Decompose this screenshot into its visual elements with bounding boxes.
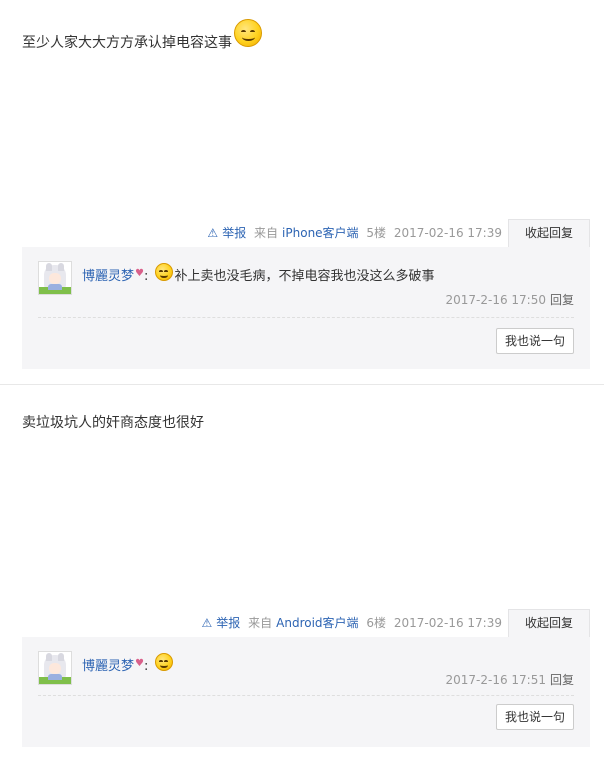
post-meta-row: ⚠ 举报 来自 iPhone客户端 5楼 2017-02-16 17:39 收起回复 [0,219,604,247]
client-source: 来自 iPhone客户端 [254,226,359,240]
divider [38,695,574,696]
collapse-replies-button[interactable]: 收起回复 [508,219,590,247]
say-something-button[interactable]: 我也说一句 [496,704,574,730]
heart-icon: ♥ [135,658,144,669]
warning-triangle-icon: ⚠ [201,616,213,630]
warning-triangle-icon: ⚠ [207,226,219,240]
client-prefix: 来自 [254,226,279,240]
avatar[interactable] [38,261,72,295]
floor-number: 6楼 [366,616,387,630]
report-label: 举报 [216,616,241,630]
floor-number: 5楼 [366,226,387,240]
client-prefix: 来自 [248,616,273,630]
post-divider [0,384,604,385]
post-meta: ⚠ 举报 来自 iPhone客户端 5楼 2017-02-16 17:39 [207,226,502,240]
client-source: 来自 Android客户端 [248,616,358,630]
reply-meta: 2017-2-16 17:50 回复 [445,293,574,307]
reply-username[interactable]: 博麗灵梦 [82,269,134,284]
post-content-text: 至少人家大大方方承认掉电容这事 [22,35,232,51]
smiley-icon [154,653,173,671]
client-link[interactable]: iPhone客户端 [282,226,359,240]
collapse-replies-button[interactable]: 收起回复 [508,609,590,637]
reply-link[interactable]: 回复 [550,673,574,687]
reply-meta: 2017-2-16 17:51 回复 [445,673,574,687]
post-meta: ⚠ 举报 来自 Android客户端 6楼 2017-02-16 17:39 [202,616,502,630]
say-something-button[interactable]: 我也说一句 [496,328,574,354]
heart-icon: ♥ [135,268,144,279]
reply-line: 博麗灵梦♥: [82,653,175,677]
reply-username[interactable]: 博麗灵梦 [82,659,134,674]
reply-timestamp: 2017-2-16 17:50 [445,293,546,307]
divider [38,317,574,318]
client-link[interactable]: Android客户端 [276,616,358,630]
reply-box: 博麗灵梦♥: 补上卖也没毛病，不掉电容我也没这么多破事 2017-2-16 17… [22,247,590,369]
reply-box: 博麗灵梦♥: 2017-2-16 17:51 回复 我也说一句 [22,637,590,747]
reply-line: 博麗灵梦♥: 补上卖也没毛病，不掉电容我也没这么多破事 [82,263,435,287]
reply-text: 补上卖也没毛病，不掉电容我也没这么多破事 [174,269,435,284]
smiley-icon [234,19,262,47]
report-label: 举报 [222,226,247,240]
post-content: 至少人家大大方方承认掉电容这事 [22,19,262,53]
report-link[interactable]: ⚠ 举报 [207,226,246,240]
post-timestamp: 2017-02-16 17:39 [393,226,502,240]
avatar[interactable] [38,651,72,685]
post-floor-5: 至少人家大大方方承认掉电容这事 ⚠ 举报 来自 iPhone客户端 5楼 2017-… [0,0,604,384]
reply-timestamp: 2017-2-16 17:51 [445,673,546,687]
post-content: 卖垃圾坑人的奸商态度也很好 [22,413,204,433]
post-content-text: 卖垃圾坑人的奸商态度也很好 [22,415,204,431]
post-timestamp: 2017-02-16 17:39 [393,616,502,630]
post-floor-6: 卖垃圾坑人的奸商态度也很好 ⚠ 举报 来自 Android客户端 6楼 2017-0… [0,386,604,761]
report-link[interactable]: ⚠ 举报 [202,616,241,630]
smiley-icon [154,263,173,281]
reply-link[interactable]: 回复 [550,293,574,307]
post-meta-row: ⚠ 举报 来自 Android客户端 6楼 2017-02-16 17:39 收起回… [0,609,604,637]
